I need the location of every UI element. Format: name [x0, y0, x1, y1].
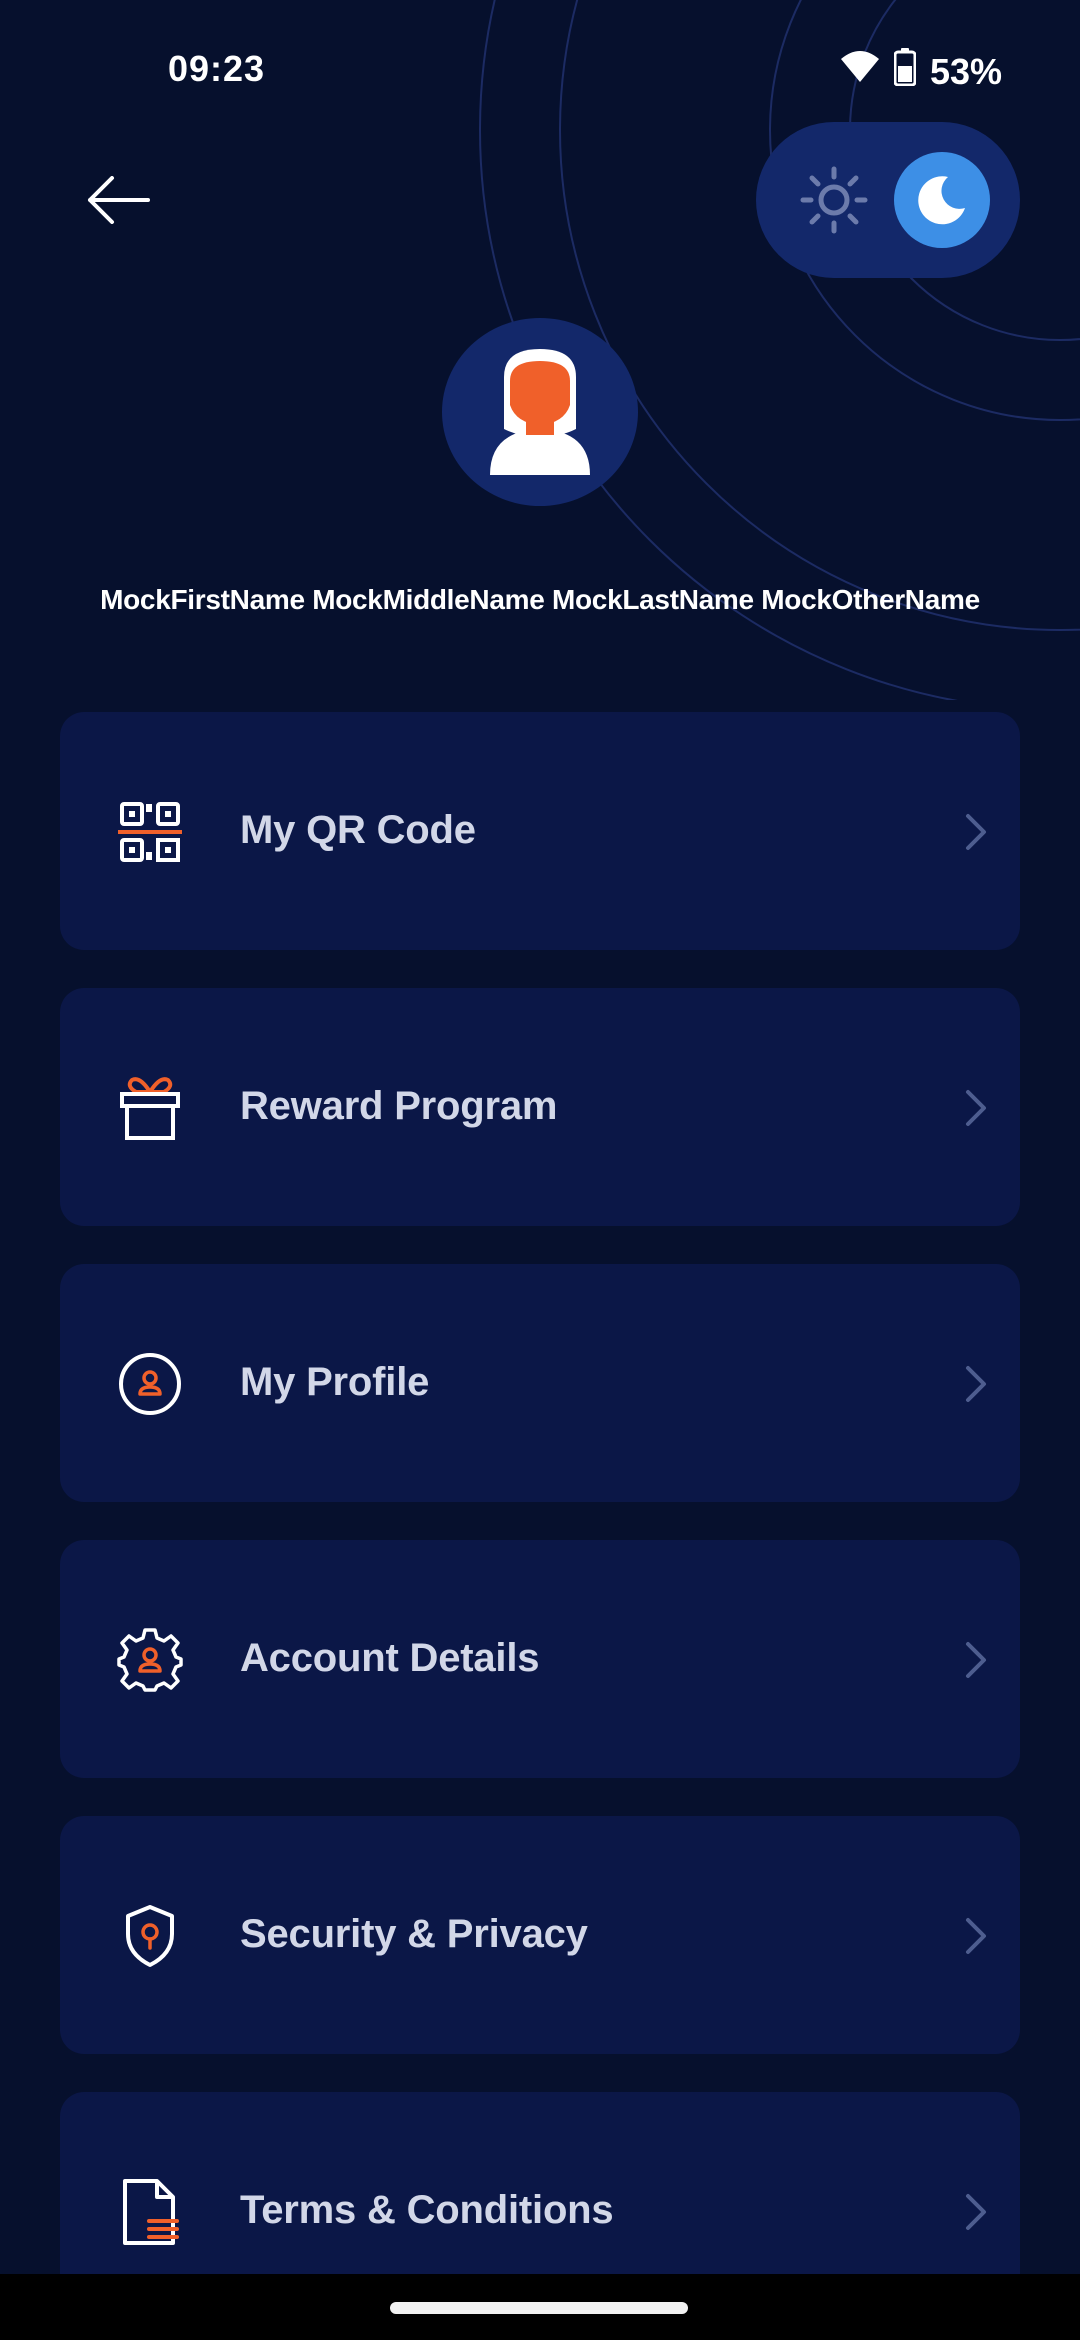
qr-code-icon	[116, 798, 184, 866]
profile-menu-screen: 09:23 53% MockFirstName MockMiddleName M…	[0, 0, 1080, 2340]
menu-item-label: Terms & Conditions	[240, 2188, 614, 2232]
chevron-right-icon	[956, 1914, 996, 1958]
moon-icon	[918, 176, 965, 225]
status-time: 09:23	[168, 48, 266, 89]
gear-user-icon	[116, 1626, 184, 1694]
arrow-left-icon	[88, 176, 150, 224]
wifi-icon	[840, 50, 880, 93]
chevron-right-icon	[956, 1362, 996, 1406]
moon-toggle-knob[interactable]	[894, 152, 990, 248]
menu-item-label: Account Details	[240, 1636, 540, 1680]
menu-item-label: Security & Privacy	[240, 1912, 588, 1956]
system-nav-bar	[0, 2274, 1080, 2340]
battery-icon	[893, 48, 917, 95]
chevron-right-icon	[956, 810, 996, 854]
theme-toggle[interactable]	[756, 122, 1020, 278]
menu-item-account-details[interactable]: Account Details	[60, 1540, 1020, 1778]
menu-item-reward-program[interactable]: Reward Program	[60, 988, 1020, 1226]
chevron-right-icon	[956, 1638, 996, 1682]
shield-lock-icon	[116, 1902, 184, 1970]
chevron-right-icon	[956, 1086, 996, 1130]
menu-item-security-privacy[interactable]: Security & Privacy	[60, 1816, 1020, 2054]
profile-icon	[116, 1350, 184, 1418]
status-bar: 09:23 53%	[0, 0, 1080, 140]
back-button[interactable]	[80, 168, 156, 232]
sun-icon[interactable]	[796, 162, 872, 238]
document-icon	[116, 2178, 184, 2246]
gift-icon	[116, 1074, 184, 1142]
menu-item-my-qr-code[interactable]: My QR Code	[60, 712, 1020, 950]
menu-list: My QR Code Reward Program My Profile Acc…	[60, 712, 1020, 2340]
menu-item-label: Reward Program	[240, 1084, 558, 1128]
battery-percent: 53%	[929, 50, 1002, 92]
avatar	[442, 318, 638, 506]
chevron-right-icon	[956, 2190, 996, 2234]
menu-item-label: My Profile	[240, 1360, 430, 1404]
menu-item-my-profile[interactable]: My Profile	[60, 1264, 1020, 1502]
user-avatar-icon	[490, 349, 590, 475]
user-full-name: MockFirstName MockMiddleName MockLastNam…	[100, 584, 980, 615]
menu-item-label: My QR Code	[240, 808, 476, 852]
status-indicators: 53%	[840, 48, 1002, 95]
home-indicator[interactable]	[390, 2302, 688, 2314]
